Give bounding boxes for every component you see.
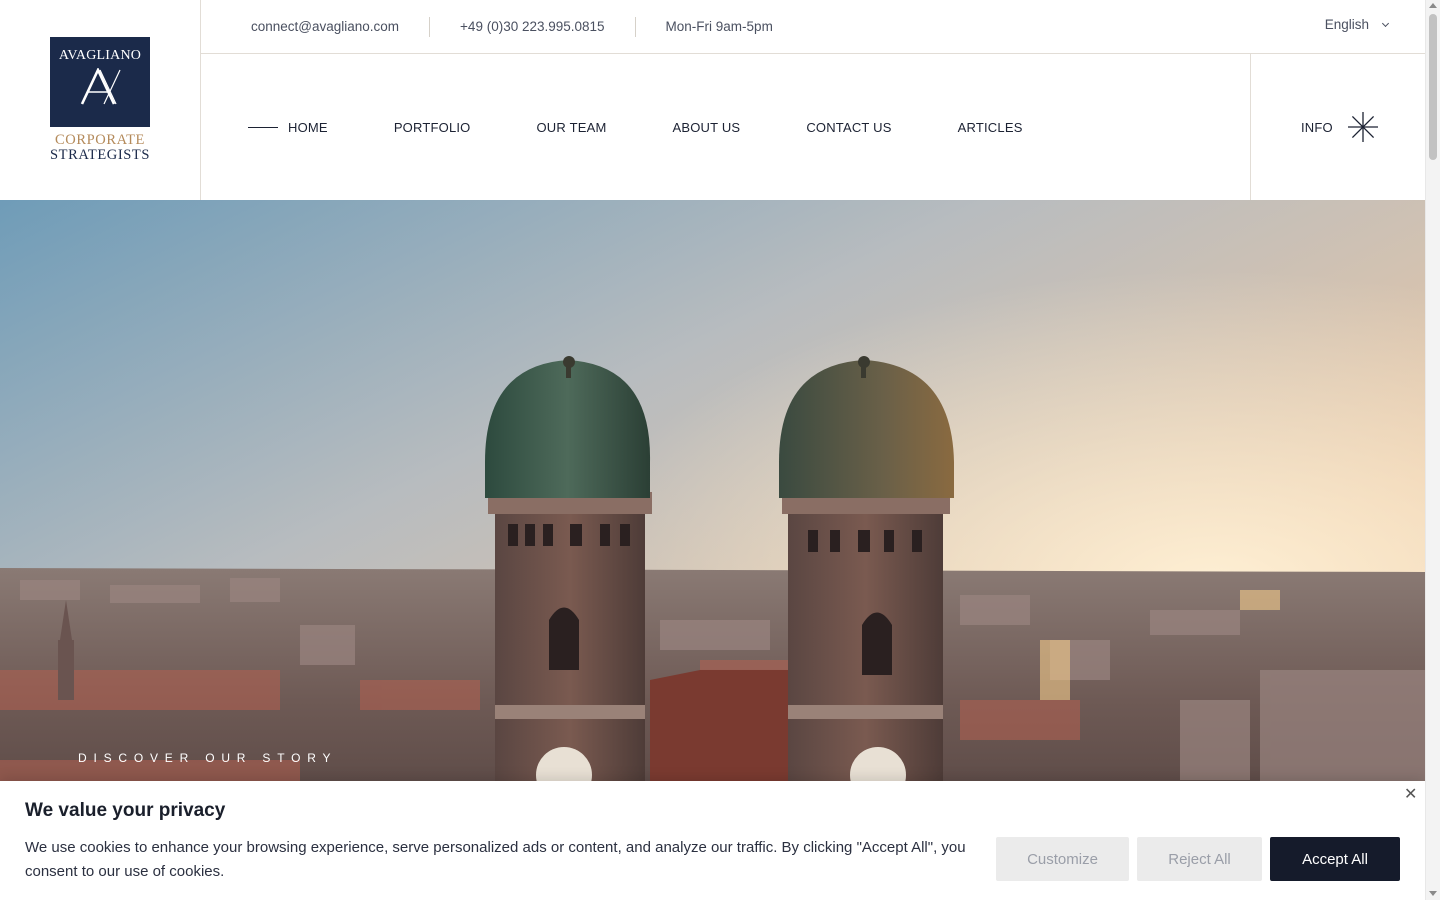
nav-item-home[interactable]: HOME: [288, 120, 328, 135]
discover-story-caption[interactable]: DISCOVER OUR STORY: [78, 751, 337, 765]
main-nav: HOME PORTFOLIO OUR TEAM ABOUT US CONTACT…: [201, 54, 1250, 200]
nav-item-contact-us[interactable]: CONTACT US: [806, 120, 891, 135]
cookie-title: We value your privacy: [25, 800, 226, 821]
cookie-text: We use cookies to enhance your browsing …: [25, 839, 966, 880]
brand-logo[interactable]: AVAGLIANO CORPORATE STRATEGISTS: [50, 37, 150, 163]
reject-all-button[interactable]: Reject All: [1137, 837, 1262, 881]
logo-monogram-icon: [80, 68, 121, 105]
close-icon[interactable]: ✕: [1404, 784, 1417, 804]
nav-item-our-team[interactable]: OUR TEAM: [537, 120, 607, 135]
logo-cell: AVAGLIANO CORPORATE STRATEGISTS: [0, 0, 201, 200]
language-label: English: [1324, 17, 1369, 32]
active-indicator-line: [248, 126, 278, 128]
cookie-consent-banner: ✕ We value your privacy We use cookies t…: [0, 781, 1425, 900]
asterisk-star-icon: [1347, 112, 1378, 142]
nav-item-portfolio[interactable]: PORTFOLIO: [394, 120, 471, 135]
accept-all-button[interactable]: Accept All: [1270, 837, 1400, 881]
scrollbar-thumb[interactable]: [1429, 14, 1437, 160]
scroll-up-arrow-icon[interactable]: [1429, 3, 1437, 8]
info-menu-button[interactable]: INFO: [1250, 54, 1425, 200]
logo-tagline-1: CORPORATE: [55, 132, 145, 148]
contact-topbar: connect@avagliano.com +49 (0)30 223.995.…: [201, 0, 1425, 54]
logo-mark-box: AVAGLIANO: [50, 37, 150, 127]
logo-name: AVAGLIANO: [58, 48, 142, 63]
nav-item-articles[interactable]: ARTICLES: [958, 120, 1023, 135]
business-hours: Mon-Fri 9am-5pm: [665, 19, 773, 34]
logo-tagline-2: STRATEGISTS: [50, 147, 151, 163]
chevron-down-icon: [1381, 19, 1390, 27]
scroll-down-arrow-icon[interactable]: [1429, 891, 1437, 896]
page-scrollbar[interactable]: [1425, 0, 1440, 900]
info-label: INFO: [1301, 119, 1333, 135]
customize-button[interactable]: Customize: [996, 837, 1129, 881]
contact-email-link[interactable]: connect@avagliano.com: [251, 16, 431, 37]
language-selector[interactable]: English: [1324, 17, 1390, 32]
contact-phone-link[interactable]: +49 (0)30 223.995.0815: [430, 16, 636, 37]
nav-item-about-us[interactable]: ABOUT US: [672, 120, 740, 135]
